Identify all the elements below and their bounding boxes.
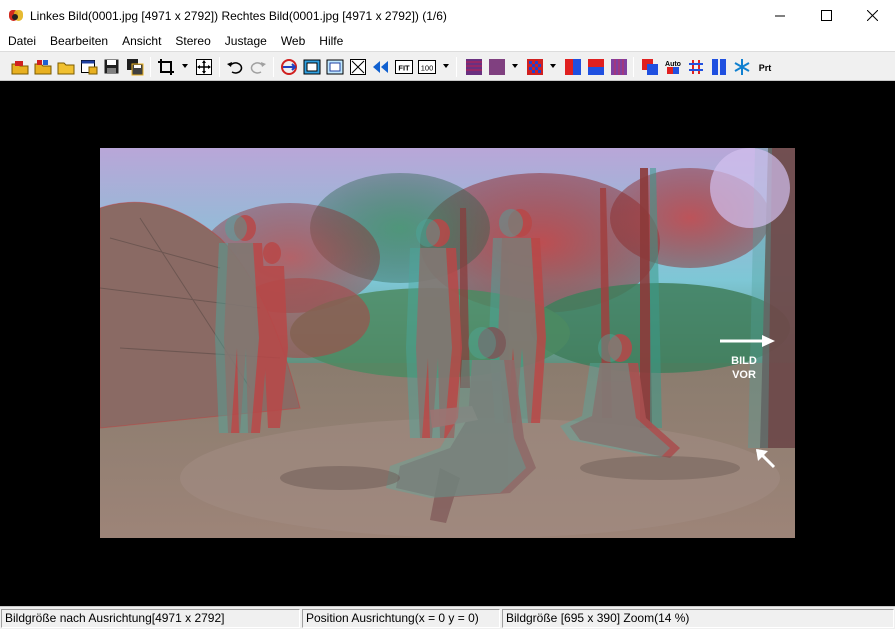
toolbar-separator — [456, 57, 457, 77]
open-stereo-icon — [11, 61, 29, 75]
svg-text:100: 100 — [421, 64, 434, 73]
anaglyph-gray-icon — [466, 59, 482, 75]
menu-justage[interactable]: Justage — [218, 31, 274, 51]
minimize-button[interactable] — [757, 0, 803, 31]
menu-datei[interactable]: Datei — [0, 31, 43, 51]
open-window-icon — [81, 60, 98, 75]
window-controls — [757, 0, 895, 31]
overlay-text-line2: VOR — [732, 369, 756, 381]
status-bar: Bildgröße nach Ausrichtung[4971 x 2792] … — [0, 606, 895, 629]
red-cyan-button[interactable] — [564, 58, 582, 76]
side-by-side-button[interactable] — [372, 58, 390, 76]
overlay-text-line1: BILD — [731, 355, 757, 367]
anaglyph-gray-button[interactable] — [465, 58, 483, 76]
menu-stereo[interactable]: Stereo — [168, 31, 217, 51]
menu-ansicht[interactable]: Ansicht — [115, 31, 168, 51]
purple-button[interactable] — [610, 58, 628, 76]
snowflake-button[interactable] — [733, 58, 751, 76]
anaglyph-image[interactable]: BILD VOR — [100, 148, 795, 538]
status-image-zoom: Bildgröße [695 x 390] Zoom(14 %) — [502, 609, 894, 628]
status-align-position: Position Ausrichtung(x = 0 y = 0) — [302, 609, 500, 628]
menu-bearbeiten[interactable]: Bearbeiten — [43, 31, 115, 51]
fit-frame-button[interactable] — [303, 58, 321, 76]
fit-button[interactable]: FIT — [395, 58, 413, 76]
app-icon[interactable] — [8, 8, 24, 24]
fit-icon: FIT — [395, 60, 413, 74]
close-button[interactable] — [849, 0, 895, 31]
blue-bars-button[interactable] — [710, 58, 728, 76]
redo-button[interactable] — [249, 58, 267, 76]
auto-align-button[interactable]: Auto — [664, 58, 682, 76]
fit-frame-icon — [303, 59, 321, 75]
zoom-100-button[interactable]: 100 — [418, 58, 436, 76]
red-cyan-icon — [565, 59, 581, 75]
menu-web[interactable]: Web — [274, 31, 312, 51]
zoom-dropdown-icon[interactable] — [443, 64, 449, 68]
anaglyph-scene: BILD VOR — [100, 148, 795, 538]
zoom-100-icon: 100 — [418, 60, 436, 74]
status-aligned-size: Bildgröße nach Ausrichtung[4971 x 2792] — [1, 609, 300, 628]
window-title: Linkes Bild(0001.jpg [4971 x 2792]) Rech… — [30, 8, 447, 23]
save-button[interactable] — [103, 58, 121, 76]
print-icon: Prt — [759, 63, 772, 73]
open-folder-icon — [57, 62, 75, 75]
svg-text:FIT: FIT — [398, 64, 410, 73]
title-bar[interactable]: Linkes Bild(0001.jpg [4971 x 2792]) Rech… — [0, 0, 895, 31]
open-stereo-button[interactable] — [11, 58, 29, 76]
full-screen-button[interactable] — [349, 58, 367, 76]
toolbar-separator — [150, 57, 151, 77]
menu-hilfe[interactable]: Hilfe — [312, 31, 350, 51]
frame-button[interactable] — [326, 58, 344, 76]
svg-text:Prt: Prt — [759, 63, 772, 73]
red-blue-icon — [588, 59, 604, 75]
toolbar: FIT 100 Auto Prt — [0, 51, 895, 81]
crop-dropdown-icon[interactable] — [182, 64, 188, 68]
open-folder-button[interactable] — [57, 58, 75, 76]
snowflake-icon — [734, 59, 750, 75]
full-screen-icon — [350, 59, 366, 75]
open-left-right-button[interactable] — [34, 58, 52, 76]
swap-icon — [281, 59, 297, 75]
overlap-icon — [642, 59, 658, 75]
save-icon — [104, 59, 119, 74]
close-icon — [866, 10, 878, 21]
blue-bars-icon — [712, 59, 726, 75]
red-blue-button[interactable] — [587, 58, 605, 76]
anaglyph-dropdown-icon[interactable] — [512, 64, 518, 68]
anaglyph-color-button[interactable] — [488, 58, 506, 76]
minimize-icon — [775, 15, 785, 16]
grid-icon — [689, 60, 703, 74]
open-window-button[interactable] — [80, 58, 98, 76]
overlap-button[interactable] — [641, 58, 659, 76]
swap-button[interactable] — [280, 58, 298, 76]
save-all-button[interactable] — [126, 58, 144, 76]
print-button[interactable]: Prt — [756, 58, 774, 76]
interlace-dropdown-icon[interactable] — [550, 64, 556, 68]
undo-icon — [227, 62, 243, 74]
crop-icon — [158, 59, 174, 75]
move-button[interactable] — [195, 58, 213, 76]
frame-icon — [326, 59, 344, 75]
grid-button[interactable] — [687, 58, 705, 76]
toolbar-separator — [219, 57, 220, 77]
move-icon — [196, 59, 212, 75]
side-by-side-icon — [373, 61, 388, 73]
menu-bar: Datei Bearbeiten Ansicht Stereo Justage … — [0, 31, 895, 51]
toolbar-separator — [633, 57, 634, 77]
maximize-icon — [820, 10, 832, 21]
save-all-icon — [127, 59, 144, 76]
redo-icon — [250, 62, 266, 74]
interlace-button[interactable] — [526, 58, 544, 76]
auto-align-icon: Auto — [665, 61, 681, 74]
interlace-icon — [527, 59, 543, 75]
maximize-button[interactable] — [803, 0, 849, 31]
svg-text:Auto: Auto — [665, 61, 681, 68]
undo-button[interactable] — [226, 58, 244, 76]
anaglyph-color-icon — [489, 59, 505, 75]
toolbar-separator — [273, 57, 274, 77]
purple-icon — [611, 59, 627, 75]
image-viewport[interactable]: BILD VOR — [0, 81, 895, 606]
open-left-right-icon — [34, 60, 52, 75]
crop-button[interactable] — [157, 58, 175, 76]
